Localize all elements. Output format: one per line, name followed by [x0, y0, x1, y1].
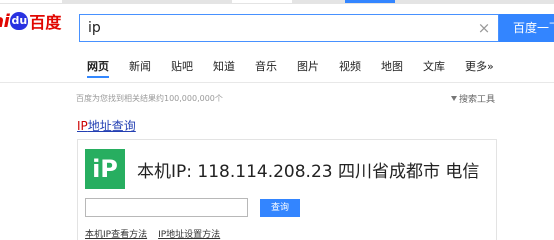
tab-news[interactable]: 新闻 [129, 60, 151, 78]
set-ip-method-link[interactable]: IP地址设置方法 [158, 227, 220, 240]
search-box: × [79, 14, 499, 42]
search-tabs: 网页 新闻 贴吧 知道 音乐 图片 视频 地图 文库 更多» [87, 60, 514, 78]
result-title-highlight: IP [77, 119, 88, 133]
browser-tab[interactable] [232, 0, 292, 3]
search-input[interactable] [88, 15, 468, 41]
tab-wenku[interactable]: 文库 [423, 60, 445, 78]
view-ip-method-link[interactable]: 本机IP查看方法 [85, 227, 147, 240]
search-tools[interactable]: 搜索工具 [451, 92, 495, 105]
logo-text-baidu: 百度 [29, 13, 62, 32]
clear-icon[interactable]: × [476, 19, 492, 37]
paw-icon: du [10, 12, 29, 30]
help-links: 本机IP查看方法 IP地址设置方法 [85, 227, 231, 240]
result-title-link[interactable]: IP地址查询 [77, 117, 136, 134]
tab-video[interactable]: 视频 [339, 60, 361, 78]
ip-info: 本机IP: 118.114.208.23 四川省成都市 电信 [137, 162, 480, 182]
result-title-rest: 地址查询 [87, 119, 136, 133]
browser-tab[interactable] [0, 0, 62, 3]
tab-web[interactable]: 网页 [87, 60, 109, 78]
ip-result-card [77, 139, 497, 240]
result-stats: 百度为您找到相关结果约100,000,000个 [76, 94, 223, 103]
browser-tab-active[interactable] [345, 0, 395, 3]
tab-tieba[interactable]: 贴吧 [171, 60, 193, 78]
tabs-divider [0, 82, 554, 83]
search-button[interactable]: 百度一下 [499, 14, 554, 42]
tab-images[interactable]: 图片 [297, 60, 319, 78]
search-tools-label: 搜索工具 [459, 95, 496, 105]
ip-icon: iP [85, 149, 125, 189]
tab-map[interactable]: 地图 [381, 60, 403, 78]
ip-query-input[interactable] [85, 198, 248, 217]
tab-more[interactable]: 更多» [465, 60, 494, 78]
logo-text-ai: ai [0, 10, 10, 32]
tab-music[interactable]: 音乐 [255, 60, 277, 78]
baidu-logo[interactable]: ai du 百度 [0, 10, 62, 33]
filter-icon [451, 96, 457, 101]
tab-zhidao[interactable]: 知道 [213, 60, 235, 78]
query-button[interactable]: 查询 [260, 199, 300, 217]
